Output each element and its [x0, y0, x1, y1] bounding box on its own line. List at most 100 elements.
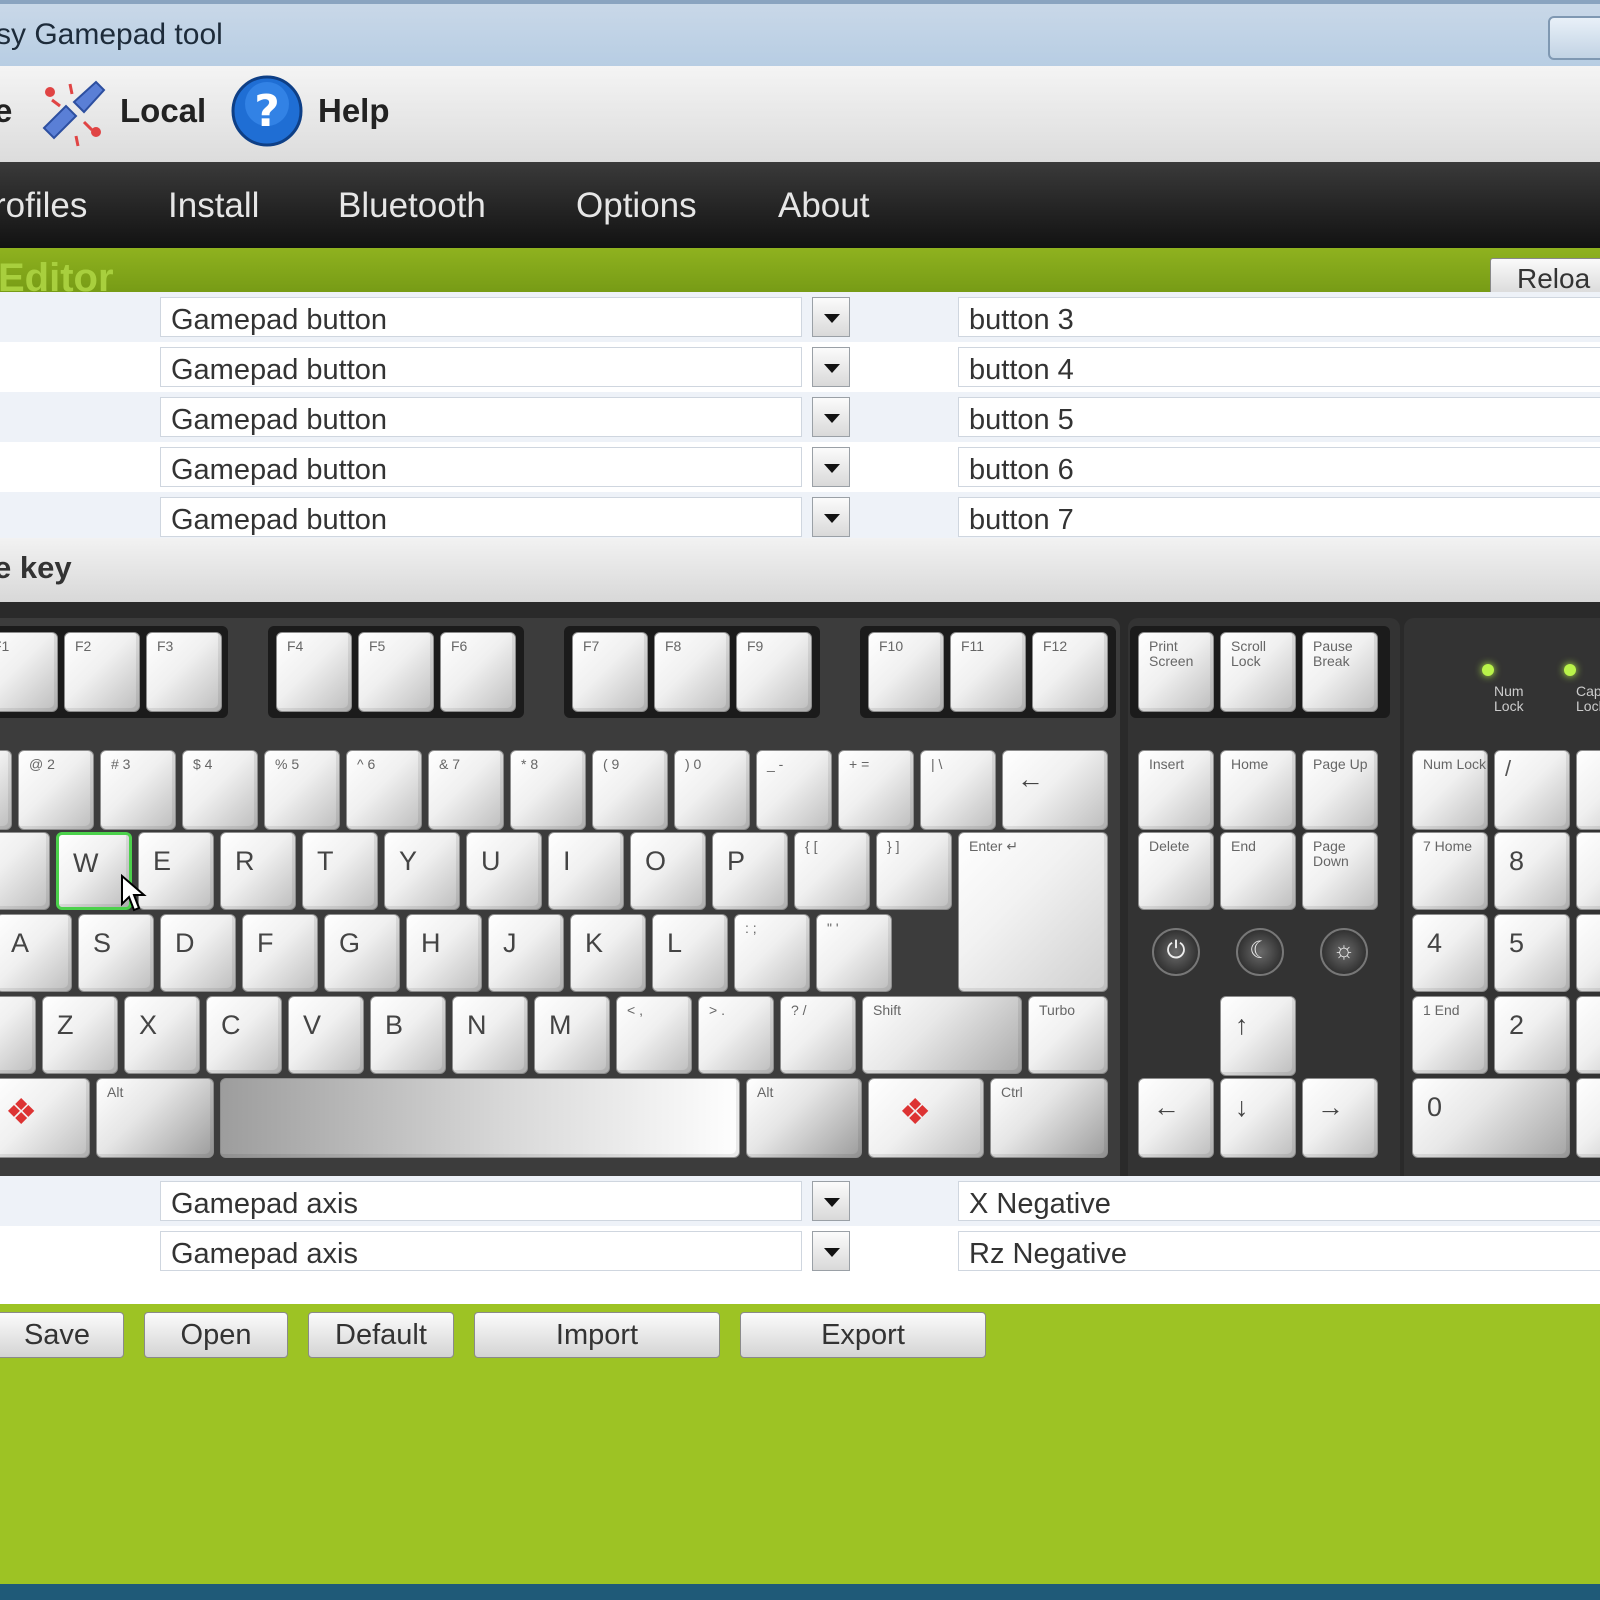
default-button[interactable]: Default	[308, 1312, 454, 1358]
save-button[interactable]: Save	[0, 1312, 124, 1358]
open-button[interactable]: Open	[144, 1312, 288, 1358]
key-f8[interactable]: F8	[654, 632, 730, 712]
key-b[interactable]: B	[370, 996, 446, 1074]
help-icon[interactable]: ?	[230, 74, 304, 148]
key-f7[interactable]: F7	[572, 632, 648, 712]
key-f3[interactable]: F3	[146, 632, 222, 712]
dropdown-arrow-icon[interactable]	[812, 297, 850, 337]
key-backspace[interactable]: ←	[1002, 750, 1108, 830]
key-numpad-1[interactable]: 1 End	[1412, 996, 1488, 1074]
key-u[interactable]: U	[466, 832, 542, 910]
mapping-target-field[interactable]: button 5	[958, 397, 1600, 437]
mapping-target-field[interactable]: X Negative	[958, 1181, 1600, 1221]
key-arrow-up[interactable]: ↑	[1220, 996, 1296, 1076]
key-m[interactable]: M	[534, 996, 610, 1074]
key-a[interactable]: A	[0, 914, 72, 992]
key-y[interactable]: Y	[384, 832, 460, 910]
key-enter[interactable]: Enter ↵	[958, 832, 1108, 992]
toolbar-item-help[interactable]: Help	[318, 92, 390, 130]
dropdown-arrow-icon[interactable]	[812, 1231, 850, 1271]
key-numpad-9[interactable]	[1576, 832, 1600, 910]
key-s[interactable]: S	[78, 914, 154, 992]
key-numpad-multiply[interactable]	[1576, 750, 1600, 830]
key-num-lock[interactable]: Num Lock	[1412, 750, 1488, 830]
key-v[interactable]: V	[288, 996, 364, 1074]
key-4[interactable]: $ 4	[182, 750, 258, 830]
key-f[interactable]: F	[242, 914, 318, 992]
key-numpad-7[interactable]: 7 Home	[1412, 832, 1488, 910]
key-backtick[interactable]	[0, 750, 12, 830]
key-left-bracket[interactable]: { [	[794, 832, 870, 910]
mapping-target-field[interactable]: button 3	[958, 297, 1600, 337]
key-print-screen[interactable]: Print Screen	[1138, 632, 1214, 712]
mapping-type-select[interactable]: Gamepad axis	[160, 1181, 802, 1221]
mapping-type-select[interactable]: Gamepad button	[160, 447, 802, 487]
key-n[interactable]: N	[452, 996, 528, 1074]
key-arrow-down[interactable]: ↓	[1220, 1078, 1296, 1158]
key-quote[interactable]: " '	[816, 914, 892, 992]
nav-install[interactable]: Install	[168, 186, 259, 226]
nav-profiles[interactable]: rofiles	[0, 186, 87, 226]
key-left-shift[interactable]	[0, 996, 36, 1074]
key-space[interactable]	[220, 1078, 740, 1158]
key-f6[interactable]: F6	[440, 632, 516, 712]
key-t[interactable]: T	[302, 832, 378, 910]
key-6[interactable]: ^ 6	[346, 750, 422, 830]
key-left-alt[interactable]: Alt	[96, 1078, 214, 1158]
key-3[interactable]: # 3	[100, 750, 176, 830]
key-numpad-5[interactable]: 5	[1494, 914, 1570, 992]
dropdown-arrow-icon[interactable]	[812, 1181, 850, 1221]
dropdown-arrow-icon[interactable]	[812, 397, 850, 437]
key-home[interactable]: Home	[1220, 750, 1296, 830]
dropdown-arrow-icon[interactable]	[812, 447, 850, 487]
key-f1[interactable]: F1	[0, 632, 58, 712]
key-l[interactable]: L	[652, 914, 728, 992]
key-right-alt[interactable]: Alt	[746, 1078, 862, 1158]
key-minus[interactable]: _ -	[756, 750, 832, 830]
key-0[interactable]: ) 0	[674, 750, 750, 830]
key-right-ctrl[interactable]: Ctrl	[990, 1078, 1108, 1158]
wake-icon[interactable]: ☼	[1320, 928, 1368, 976]
key-p[interactable]: P	[712, 832, 788, 910]
key-f11[interactable]: F11	[950, 632, 1026, 712]
key-c[interactable]: C	[206, 996, 282, 1074]
key-delete[interactable]: Delete	[1138, 832, 1214, 910]
key-numpad-0[interactable]: 0	[1412, 1078, 1570, 1158]
dropdown-arrow-icon[interactable]	[812, 347, 850, 387]
import-button[interactable]: Import	[474, 1312, 720, 1358]
window-control-button[interactable]	[1548, 16, 1600, 60]
key-arrow-left[interactable]: ←	[1138, 1078, 1214, 1158]
key-9[interactable]: ( 9	[592, 750, 668, 830]
key-f2[interactable]: F2	[64, 632, 140, 712]
key-numpad-divide[interactable]: /	[1494, 750, 1570, 830]
key-i[interactable]: I	[548, 832, 624, 910]
mapping-target-field[interactable]: Rz Negative	[958, 1231, 1600, 1271]
key-g[interactable]: G	[324, 914, 400, 992]
key-left-windows[interactable]: ❖	[0, 1078, 90, 1158]
key-end[interactable]: End	[1220, 832, 1296, 910]
key-numpad-2[interactable]: 2	[1494, 996, 1570, 1074]
key-comma[interactable]: < ,	[616, 996, 692, 1074]
key-f5[interactable]: F5	[358, 632, 434, 712]
key-x[interactable]: X	[124, 996, 200, 1074]
key-7[interactable]: & 7	[428, 750, 504, 830]
key-z[interactable]: Z	[42, 996, 118, 1074]
key-q[interactable]: Q	[0, 832, 50, 910]
key-numpad-8[interactable]: 8	[1494, 832, 1570, 910]
key-scroll-lock[interactable]: Scroll Lock	[1220, 632, 1296, 712]
export-button[interactable]: Export	[740, 1312, 986, 1358]
toolbar-item-local[interactable]: Local	[120, 92, 206, 130]
key-pause-break[interactable]: Pause Break	[1302, 632, 1378, 712]
key-k[interactable]: K	[570, 914, 646, 992]
key-insert[interactable]: Insert	[1138, 750, 1214, 830]
key-h[interactable]: H	[406, 914, 482, 992]
mapping-type-select[interactable]: Gamepad axis	[160, 1231, 802, 1271]
key-equals[interactable]: + =	[838, 750, 914, 830]
mapping-type-select[interactable]: Gamepad button	[160, 297, 802, 337]
key-right-bracket[interactable]: } ]	[876, 832, 952, 910]
dropdown-arrow-icon[interactable]	[812, 497, 850, 537]
key-period[interactable]: > .	[698, 996, 774, 1074]
nav-bluetooth[interactable]: Bluetooth	[338, 186, 486, 226]
key-f10[interactable]: F10	[868, 632, 944, 712]
key-arrow-right[interactable]: →	[1302, 1078, 1378, 1158]
